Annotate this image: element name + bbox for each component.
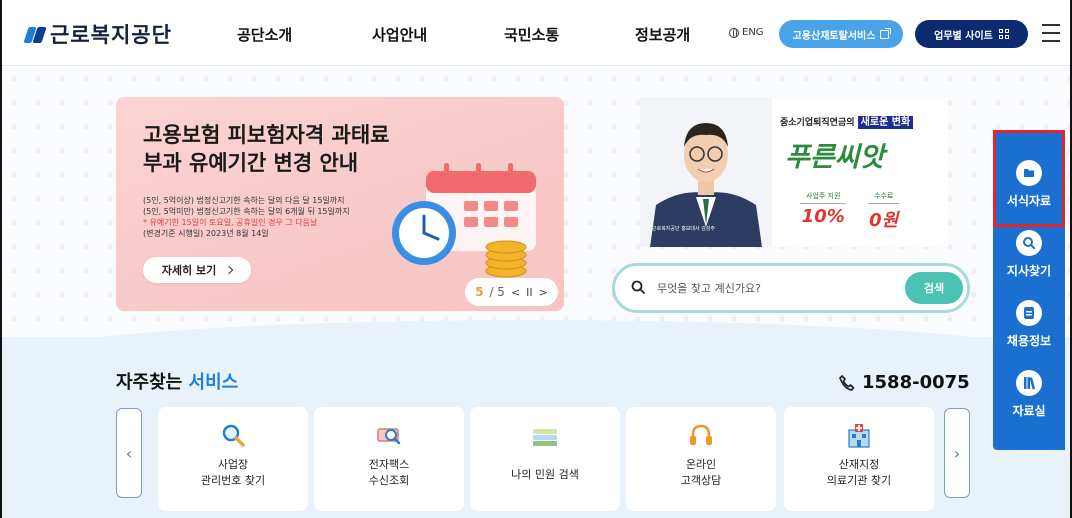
phone-number-text: 1588-0075	[862, 372, 970, 393]
ad-fee-value: 0원	[869, 210, 899, 231]
banner-title-line1: 고용보험 피보험자격 과태료	[143, 123, 390, 147]
document-stack-icon	[533, 429, 557, 446]
banner-body: (5인, 5억이상) 법정신고기한 속하는 달의 다음 달 15일까지 (5인,…	[143, 195, 350, 239]
search-button[interactable]: 검색	[905, 272, 963, 304]
logo-text: 근로복지공단	[50, 23, 172, 47]
ad-brand: 푸른씨앗	[785, 142, 885, 173]
pager-prev-icon[interactable]: <	[511, 286, 520, 299]
search-icon	[1016, 230, 1042, 256]
pension-ad-banner[interactable]: 중소기업퇴직연금의 새로운 변화 푸른씨앗 사업주 지원 10% 수수료 0원 …	[640, 97, 948, 247]
quick-menu-archive[interactable]: 자료실	[993, 370, 1065, 419]
nav-business[interactable]: 사업안내	[372, 24, 427, 45]
banner-detail-label: 자세히 보기	[161, 264, 217, 277]
logo-mark-icon	[23, 23, 47, 45]
service-card-line1: 나의 민원 검색	[511, 468, 579, 481]
quick-menu-archive-label: 자료실	[1012, 404, 1046, 418]
magnifier-icon	[222, 424, 245, 447]
ad-fee-label: 수수료	[868, 191, 900, 204]
service-card-line2: 의료기관 찾기	[826, 474, 892, 487]
ad-headline-prefix: 중소기업퇴직연금의	[780, 118, 855, 128]
nav-communication[interactable]: 국민소통	[504, 24, 559, 45]
headset-icon	[690, 424, 712, 445]
quick-menu-recruitment-label: 채용정보	[1006, 334, 1052, 348]
banner-body-line: (5인, 5억이상) 법정신고기한 속하는 달의 다음 달 15일까지	[143, 196, 345, 205]
service-card-medical-institution[interactable]: 산재지정 의료기관 찾기	[784, 407, 934, 511]
service-card-online-counsel[interactable]: 온라인 고객상담	[626, 407, 776, 511]
external-link-icon	[880, 27, 892, 39]
service-card-line2: 관리번호 찾기	[200, 474, 266, 487]
quick-menu-recruitment[interactable]: 채용정보	[993, 300, 1065, 349]
phone-icon	[839, 374, 855, 391]
quick-menu-branch-label: 지사찾기	[1006, 264, 1052, 278]
site-header: 근로복지공단 공단소개 사업안내 국민소통 정보공개 ENG 고용산재토탈서비스…	[2, 0, 1070, 66]
work-sites-label: 업무별 사이트	[934, 30, 993, 42]
banner-title-line2: 부과 유예기간 변경 안내	[143, 151, 359, 175]
frequent-services-title-highlight: 서비스	[188, 372, 239, 393]
books-icon	[1016, 370, 1042, 396]
services-prev-button[interactable]: ‹	[116, 408, 142, 498]
banner-body-note: * 유예기한 15일이 토요일, 공휴일인 경우 그 다음날	[143, 218, 318, 227]
service-card-label: 산재지정 의료기관 찾기	[784, 457, 934, 489]
main-banner[interactable]: 고용보험 피보험자격 과태료 부과 유예기간 변경 안내 (5인, 5억이상) …	[116, 97, 564, 311]
nav-about[interactable]: 공단소개	[237, 24, 292, 45]
ad-employer-support-value: 10%	[801, 206, 845, 227]
ad-headline: 중소기업퇴직연금의 새로운 변화	[780, 113, 914, 129]
nav-disclosure[interactable]: 정보공개	[635, 24, 690, 45]
chevron-right-icon: ›	[953, 443, 961, 463]
service-card-line1: 산재지정	[838, 458, 880, 471]
pager-next-icon[interactable]: >	[539, 286, 548, 299]
work-sites-button[interactable]: 업무별 사이트	[915, 20, 1028, 48]
ad-fee: 수수료 0원	[868, 191, 900, 232]
grid-icon	[998, 29, 1009, 39]
id-card-icon	[1016, 300, 1042, 326]
total-service-button[interactable]: 고용산재토탈서비스	[779, 20, 903, 48]
service-card-label: 나의 민원 검색	[470, 467, 620, 483]
banner-title: 고용보험 피보험자격 과태료 부과 유예기간 변경 안내	[143, 121, 389, 177]
service-card-line2: 수신조회	[368, 474, 410, 487]
banner-detail-button[interactable]: 자세히 보기	[143, 257, 251, 283]
service-card-efax[interactable]: 전자팩스 수신조회	[314, 407, 464, 511]
chevron-right-icon	[224, 265, 234, 275]
hamburger-menu-icon[interactable]	[1042, 24, 1060, 42]
search-input[interactable]	[657, 278, 897, 298]
service-card-line1: 사업장	[217, 458, 249, 471]
service-card-label: 사업장 관리번호 찾기	[158, 457, 308, 489]
calendar-clock-illustration	[392, 163, 536, 278]
search-icon	[631, 280, 645, 294]
fax-search-icon	[377, 428, 401, 445]
service-card-label: 전자팩스 수신조회	[314, 457, 464, 489]
service-card-line1: 전자팩스	[368, 458, 410, 471]
ad-headline-highlight: 새로운 변화	[857, 116, 914, 129]
service-card-my-petitions[interactable]: 나의 민원 검색	[470, 407, 620, 511]
ad-employer-support: 사업주 지원 10%	[800, 191, 847, 227]
site-search: 검색	[612, 263, 970, 313]
language-english-link[interactable]: ENG	[729, 27, 764, 38]
pager-current: 5	[475, 285, 484, 299]
pager-total: / 5	[489, 285, 505, 299]
banner-pager: 5 / 5 < II >	[465, 278, 558, 306]
frequent-services-title: 자주찾는 서비스	[116, 368, 238, 394]
quick-menu-active-highlight	[993, 130, 1065, 227]
service-card-label: 온라인 고객상담	[626, 457, 776, 489]
service-card-business-number[interactable]: 사업장 관리번호 찾기	[158, 407, 308, 511]
service-card-line1: 온라인	[685, 458, 717, 471]
service-card-line2: 고객상담	[680, 474, 722, 487]
frequent-services-title-prefix: 자주찾는	[116, 372, 183, 393]
globe-icon	[729, 27, 739, 38]
banner-body-line: (5인, 5억미만) 법정신고기한 속하는 달의 6개월 뒤 15일까지	[143, 207, 350, 216]
eng-label: ENG	[742, 27, 764, 38]
ad-employer-support-label: 사업주 지원	[800, 191, 847, 204]
site-logo[interactable]: 근로복지공단	[23, 21, 172, 47]
pager-pause-icon[interactable]: II	[526, 286, 533, 299]
total-service-label: 고용산재토탈서비스	[792, 30, 876, 42]
phone-number: 1588-0075	[838, 372, 970, 393]
banner-body-line: (변경기준 시행일) 2023년 8월 14일	[143, 229, 269, 238]
ad-caption: 근로복지공단 홍보대사 김성주	[652, 226, 715, 232]
hospital-icon	[848, 424, 870, 448]
quick-menu-branch-finder[interactable]: 지사찾기	[993, 230, 1065, 279]
chevron-left-icon: ‹	[125, 443, 133, 463]
services-next-button[interactable]: ›	[944, 408, 970, 498]
